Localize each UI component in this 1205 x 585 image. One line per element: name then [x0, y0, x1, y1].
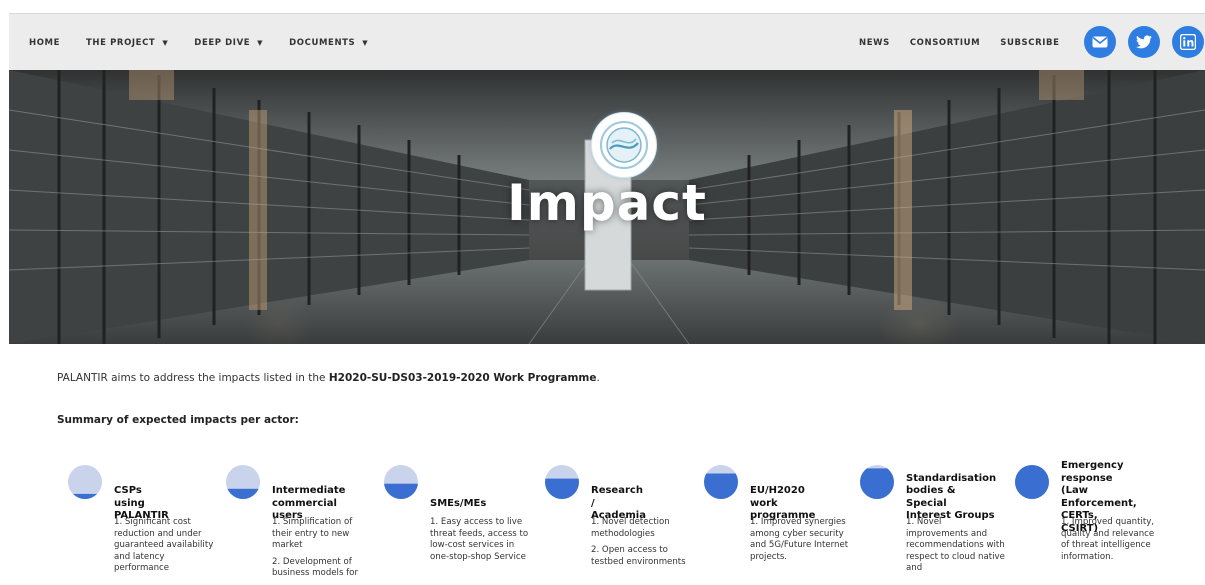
actor-title: Standardisation bodies & Special Interest …: [906, 473, 996, 523]
palantir-logo[interactable]: [591, 112, 657, 178]
actor-impact-item: 2. Open access to testbed environments: [591, 545, 686, 567]
hero-banner: Impact: [9, 70, 1205, 344]
actor-impact-items: 1. Simplification of their entry to new …: [272, 517, 372, 585]
email-icon: [1092, 36, 1108, 48]
actor-impact-items: 1. Novel improvements and recommendation…: [906, 517, 1006, 580]
impact-level-icon: [545, 465, 579, 499]
actor-title-line: bodies & Special: [906, 485, 956, 509]
nav-home[interactable]: HOME: [29, 38, 60, 48]
actor-title-line: EU/H2020 work: [750, 485, 805, 509]
nav-documents[interactable]: DOCUMENTS ▼: [289, 38, 368, 48]
actor-impact-item: 1. Novel detection methodologies: [591, 517, 670, 539]
chevron-down-icon: ▼: [362, 38, 369, 47]
nav-subscribe-label: SUBSCRIBE: [1000, 37, 1060, 48]
actor-impact-items: 1. Improved quantity, quality and releva…: [1061, 517, 1161, 568]
nav-the-project-label: THE PROJECT: [86, 37, 156, 48]
impact-level-icon: [384, 465, 418, 499]
twitter-button[interactable]: [1128, 26, 1160, 58]
actor-impact-item: 2. Development of business models for: [272, 556, 358, 579]
impact-level-icon: [226, 465, 260, 499]
linkedin-icon: [1180, 34, 1196, 50]
chevron-down-icon: ▼: [257, 38, 264, 47]
intro-paragraph: PALANTIR aims to address the impacts lis…: [57, 372, 600, 384]
impact-level-background: [68, 465, 102, 499]
chevron-down-icon: ▼: [162, 38, 169, 47]
nav-news[interactable]: NEWS: [859, 38, 890, 48]
actor-title-line: CSPs using: [114, 485, 145, 509]
actor-impact-item: 1. Significant cost reduction and under …: [114, 517, 214, 573]
twitter-icon: [1136, 35, 1152, 49]
nav-documents-label: DOCUMENTS: [289, 37, 356, 48]
nav-the-project[interactable]: THE PROJECT ▼: [86, 38, 168, 48]
actor-title: SMEs/MEs: [430, 498, 486, 511]
actor-title-line: Emergency: [1061, 460, 1124, 471]
nav-home-label: HOME: [29, 37, 61, 48]
top-navigation-bar: HOME THE PROJECT ▼ DEEP DIVE ▼ DOCUMENTS…: [9, 13, 1205, 71]
linkedin-button[interactable]: [1172, 26, 1204, 58]
intro-text: PALANTIR aims to address the impacts lis…: [57, 372, 329, 384]
actor-title-line: Standardisation: [906, 472, 997, 484]
actor-title-line: Enforcement,: [1061, 497, 1137, 509]
actor-title-line: Intermediate: [272, 485, 346, 496]
impact-level-fill: [1015, 465, 1049, 499]
actor-impact-item: 1. Easy access to live threat feeds, acc…: [430, 517, 529, 562]
nav-deep-dive[interactable]: DEEP DIVE ▼: [194, 38, 263, 48]
impact-level-fill: [704, 473, 738, 499]
actor-impact-items: 1. Improved synergies among cyber securi…: [750, 517, 850, 568]
impact-level-fill: [545, 478, 579, 499]
actor-title-line: response (Law: [1061, 472, 1113, 497]
actor-impact-item: 1. Novel improvements and recommendation…: [906, 517, 1005, 573]
nav-left-group: HOME THE PROJECT ▼ DEEP DIVE ▼ DOCUMENTS…: [29, 14, 394, 71]
work-programme-highlight: H2020-SU-DS03-2019-2020 Work Programme: [328, 372, 597, 384]
impact-level-fill: [384, 483, 418, 499]
nav-consortium[interactable]: CONSORTIUM: [910, 38, 980, 48]
email-button[interactable]: [1084, 26, 1116, 58]
impact-level-icon: [704, 465, 738, 499]
impact-level-fill: [68, 493, 102, 499]
actor-impact-item: 1. Improved quantity, quality and releva…: [1061, 517, 1155, 562]
impact-level-fill: [226, 488, 260, 499]
actor-impact-items: 1. Easy access to live threat feeds, acc…: [430, 517, 530, 568]
page-title: Impact: [507, 174, 707, 232]
actor-title-line: SMEs/MEs: [430, 497, 487, 509]
impact-level-icon: [860, 465, 894, 499]
impact-level-icon: [1015, 465, 1049, 499]
actor-impact-items: 1. Significant cost reduction and under …: [114, 517, 214, 580]
intro-suffix: .: [596, 372, 600, 384]
actor-impact-items: 1. Novel detection methodologies 2. Open …: [591, 517, 691, 573]
nav-news-label: NEWS: [859, 37, 890, 48]
palantir-logo-icon: [600, 121, 648, 169]
nav-right-group: NEWS CONSORTIUM SUBSCRIBE: [859, 14, 1080, 71]
nav-consortium-label: CONSORTIUM: [909, 37, 981, 48]
nav-subscribe[interactable]: SUBSCRIBE: [1000, 38, 1059, 48]
actor-title-line: Research /: [591, 485, 643, 509]
nav-deep-dive-label: DEEP DIVE: [194, 37, 251, 48]
summary-heading: Summary of expected impacts per actor:: [57, 414, 299, 426]
actor-impact-item: 1. Simplification of their entry to new …: [272, 517, 353, 550]
actor-impact-item: 1. Improved synergies among cyber securi…: [750, 517, 849, 562]
impact-level-icon: [68, 465, 102, 499]
impact-level-fill: [860, 468, 894, 499]
